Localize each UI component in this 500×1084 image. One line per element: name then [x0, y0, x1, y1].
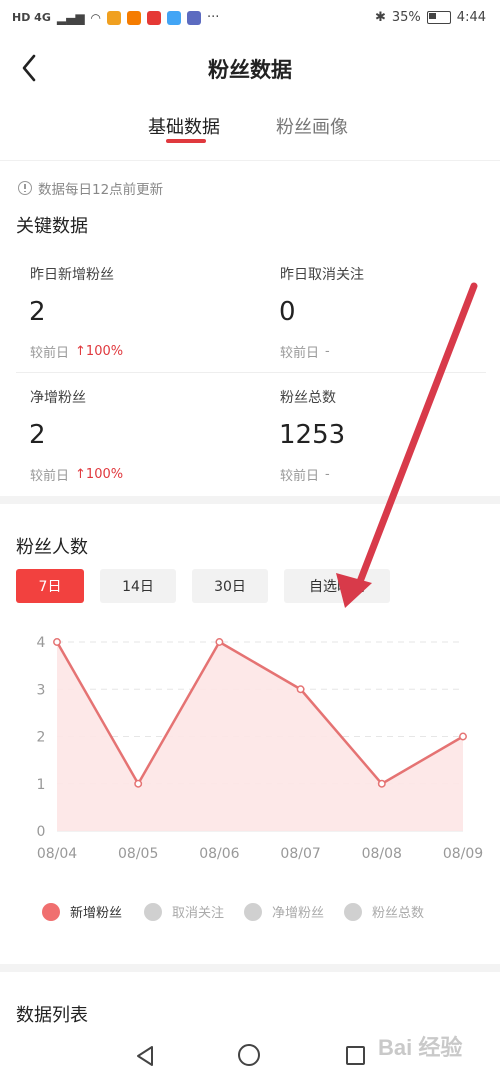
tab-basic-data[interactable]: 基础数据: [148, 113, 220, 139]
watermark-logo: Bai 经验: [378, 1035, 463, 1060]
x-tick-label: 08/09: [443, 846, 483, 862]
section-band: [0, 964, 500, 972]
fans-count-title: 粉丝人数: [16, 537, 88, 558]
legend-new-fans[interactable]: 新增粉丝: [42, 902, 122, 921]
y-tick-label: 2: [37, 730, 46, 746]
stat-label-net-fans: 净增粉丝: [30, 390, 86, 406]
stat-label-unfollows: 昨日取消关注: [280, 267, 364, 283]
stats-row-divider: [16, 372, 486, 373]
y-tick-label: 4: [37, 635, 46, 651]
legend-total-fans[interactable]: 粉丝总数: [344, 902, 424, 921]
stat-value-unfollows: 0: [279, 297, 296, 327]
update-notice: 数据每日12点前更新: [18, 178, 163, 198]
range-7-days-button[interactable]: 7日: [16, 569, 84, 603]
key-data-title: 关键数据: [16, 216, 88, 237]
stat-compare-unfollows: 较前日 -: [280, 342, 330, 361]
data-point: [53, 638, 61, 646]
app-icon-3: [147, 10, 162, 25]
stat-compare-new-fans: 较前日 ↑100%: [30, 342, 123, 361]
x-tick-label: 08/05: [118, 846, 158, 862]
x-tick-label: 08/06: [199, 846, 239, 862]
y-tick-label: 3: [37, 682, 46, 698]
status-bar: HD 4G ▂▄▆ ◠ ··· ✱ 35% 4:44: [0, 0, 500, 40]
stat-value-total-fans: 1253: [279, 420, 346, 450]
fans-line-chart: 0 1 2 3 4 08/04 08/05 08/06 08/07 08/08 08/09: [37, 635, 484, 862]
bluetooth-icon: ✱: [374, 10, 386, 25]
stat-label-new-fans: 昨日新增粉丝: [30, 267, 114, 283]
trend-up-arrow-icon: ↑: [75, 467, 86, 482]
active-tab-indicator: [166, 139, 206, 143]
annotation-arrow-shaft: [352, 282, 478, 596]
clock: 4:44: [456, 10, 486, 25]
stat-value-new-fans: 2: [29, 297, 46, 327]
app-icon-4: [167, 10, 182, 25]
data-point: [296, 685, 305, 694]
legend-label: 取消关注: [172, 906, 225, 921]
trend-up: ↑100%: [75, 344, 123, 359]
compare-label: 较前日: [280, 469, 320, 484]
data-point: [459, 732, 467, 741]
info-icon: [18, 181, 32, 195]
stat-compare-total-fans: 较前日 -: [280, 465, 330, 484]
legend-label: 新增粉丝: [70, 906, 123, 921]
status-left: HD 4G ▂▄▆ ◠ ···: [12, 10, 219, 25]
x-tick-label: 08/07: [280, 846, 320, 862]
tab-fan-portrait[interactable]: 粉丝画像: [276, 113, 348, 139]
compare-label: 较前日: [30, 346, 70, 361]
trend-up-value: 100%: [85, 467, 124, 482]
data-point: [134, 779, 143, 788]
app-icon-2: [127, 10, 142, 25]
battery-icon: [426, 11, 451, 24]
range-custom-button[interactable]: 自选时间: [284, 569, 390, 603]
trend-up-arrow-icon: ↑: [75, 344, 86, 359]
legend-dot: [244, 902, 262, 921]
more-indicator: ···: [207, 10, 220, 25]
range-30-days-button[interactable]: 30日: [192, 569, 268, 603]
data-point: [377, 779, 386, 788]
trend-up: ↑100%: [75, 467, 123, 482]
page-title: 粉丝数据: [208, 58, 292, 82]
compare-value: -: [325, 344, 330, 359]
x-tick-label: 08/04: [37, 846, 77, 862]
stat-value-net-fans: 2: [29, 420, 46, 450]
signal-icon: ▂▄▆: [56, 10, 85, 25]
x-tick-label: 08/08: [362, 846, 402, 862]
y-tick-label: 1: [37, 777, 46, 793]
legend-dot: [344, 902, 362, 921]
y-tick-label: 0: [37, 824, 46, 840]
nav-home-circle-icon[interactable]: [238, 1044, 260, 1066]
battery-percent: 35%: [391, 10, 421, 25]
compare-label: 较前日: [280, 346, 320, 361]
stat-label-total-fans: 粉丝总数: [280, 390, 336, 406]
wifi-icon: ◠: [90, 10, 102, 25]
legend-unfollows[interactable]: 取消关注: [144, 902, 224, 921]
data-list-title: 数据列表: [16, 1005, 88, 1026]
network-label: HD 4G: [12, 11, 51, 24]
legend-net-fans[interactable]: 净增粉丝: [244, 902, 324, 921]
legend-dot: [144, 902, 162, 921]
app-icon-1: [107, 10, 122, 25]
section-band: [0, 496, 500, 504]
header-divider: [0, 160, 500, 161]
nav-back-triangle-icon[interactable]: [134, 1045, 156, 1067]
compare-value: -: [325, 467, 330, 482]
legend-label: 粉丝总数: [372, 906, 425, 921]
legend-label: 净增粉丝: [272, 906, 325, 921]
legend-dot: [42, 902, 60, 921]
status-right: ✱ 35% 4:44: [375, 10, 486, 25]
update-notice-text: 数据每日12点前更新: [38, 182, 164, 198]
nav-recents-square-icon[interactable]: [346, 1046, 365, 1065]
data-point: [215, 638, 224, 646]
app-icon-5: [187, 10, 202, 25]
trend-up-value: 100%: [85, 344, 124, 359]
range-14-days-button[interactable]: 14日: [100, 569, 176, 603]
stat-compare-net-fans: 较前日 ↑100%: [30, 465, 123, 484]
compare-label: 较前日: [30, 469, 70, 484]
